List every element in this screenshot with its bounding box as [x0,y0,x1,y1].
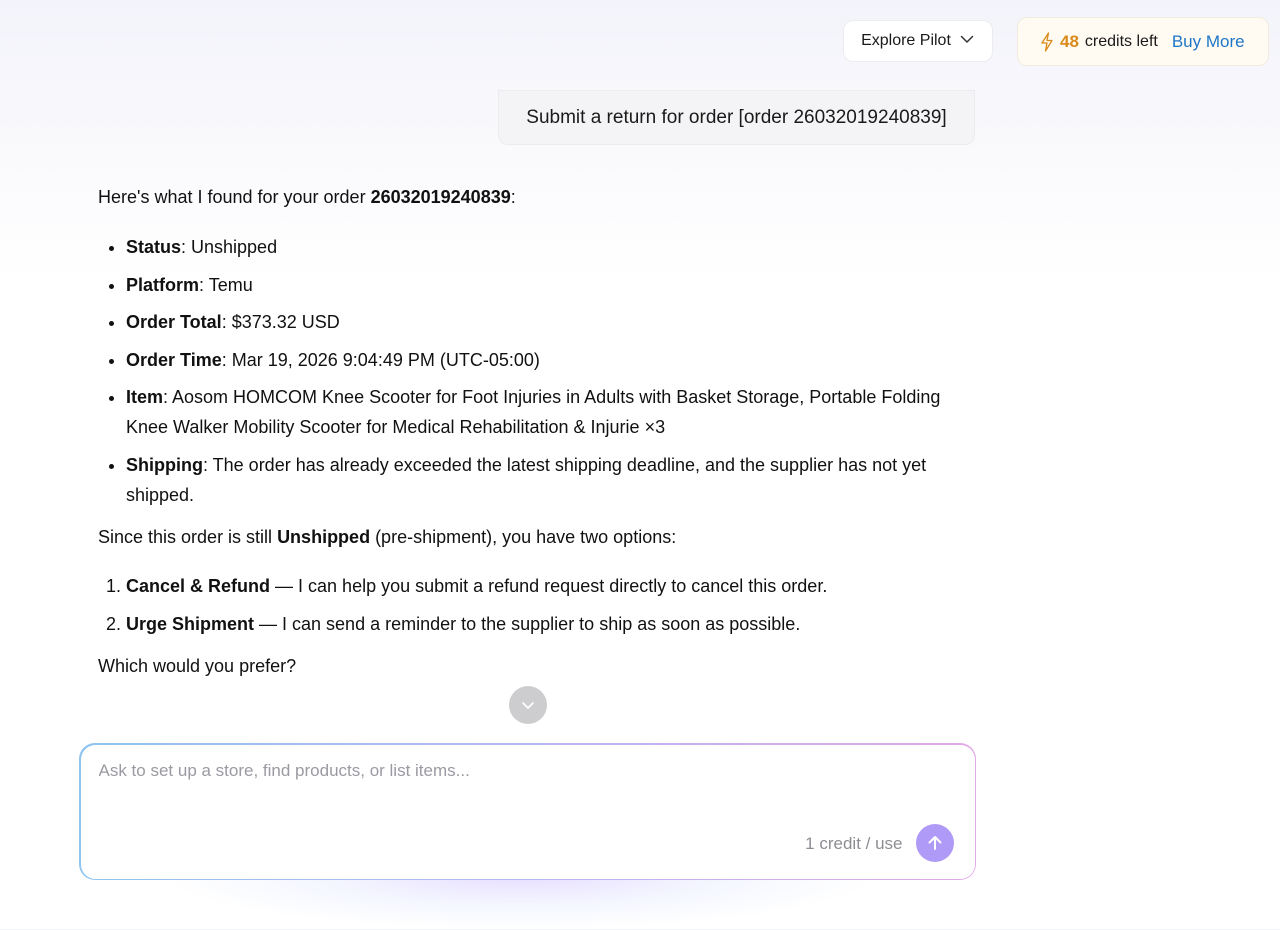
detail-label: Status [126,237,182,257]
user-message-text: Submit a return for order [order 2603201… [526,106,947,128]
detail-order-time: Order Time: Mar 19, 2026 9:04:49 PM (UTC… [126,345,958,375]
detail-platform: Platform: Temu [126,270,958,300]
options-intro-status: Unshipped [277,526,371,547]
option-label: Cancel & Refund [126,575,271,596]
intro-text: Here's what I found for your order [98,187,371,207]
composer: 1 credit / use [79,743,976,880]
detail-value: : Unshipped [181,237,278,257]
options-intro: Since this order is still Unshipped (pre… [98,522,958,552]
explore-pilot-dropdown[interactable]: Explore Pilot [843,20,993,62]
detail-shipping: Shipping: The order has already exceeded… [126,450,958,510]
credits-count: 48 [1060,31,1079,51]
detail-label: Platform [126,274,200,295]
detail-label: Order Time [126,349,222,370]
credits-panel: 48 credits left Buy More [1017,17,1269,66]
detail-label: Shipping [126,454,203,475]
detail-status: Status: Unshipped [126,232,958,262]
lightning-bolt-icon [1040,31,1054,52]
explore-pilot-label: Explore Pilot [861,32,951,49]
credits-label: credits left [1084,32,1158,50]
order-id: 26032019240839 [370,187,511,207]
detail-label: Item [126,387,164,408]
assistant-intro: Here's what I found for your order 26032… [98,182,958,212]
option-label: Urge Shipment [126,613,255,634]
detail-item: Item: Aosom HOMCOM Knee Scooter for Foot… [126,382,958,442]
composer-inner: 1 credit / use [80,744,975,879]
detail-order-total: Order Total: $373.32 USD [126,307,958,337]
credit-cost-label: 1 credit / use [805,833,903,853]
options-intro-text: Since this order is still [98,526,278,547]
intro-suffix: : [510,187,516,207]
option-description: — I can help you submit a refund request… [270,575,828,596]
scroll-to-bottom-button[interactable] [509,686,547,724]
detail-value: : Mar 19, 2026 9:04:49 PM (UTC-05:00) [221,349,540,370]
arrow-up-icon [926,834,944,852]
detail-value: : Temu [199,274,253,295]
user-message-bubble: Submit a return for order [order 2603201… [498,90,975,145]
buy-more-link[interactable]: Buy More [1172,32,1245,52]
assistant-question: Which would you prefer? [98,655,297,676]
options-list: Cancel & Refund — I can help you submit … [98,571,958,639]
detail-value: : $373.32 USD [221,312,340,333]
option-description: — I can send a reminder to the supplier … [254,613,801,634]
chat-input[interactable] [98,760,939,801]
chevron-down-icon [959,31,975,52]
options-intro-suffix: (pre-shipment), you have two options: [370,526,677,547]
detail-value: : The order has already exceeded the lat… [126,454,927,505]
detail-label: Order Total [126,312,222,333]
option-cancel-refund: Cancel & Refund — I can help you submit … [126,571,958,601]
send-button[interactable] [915,823,954,862]
chevron-down-icon [520,697,536,713]
order-details-list: Status: Unshipped Platform: Temu Order T… [98,232,958,510]
option-urge-shipment: Urge Shipment — I can send a reminder to… [126,609,958,639]
assistant-message: Here's what I found for your order 26032… [98,182,958,681]
detail-value: : Aosom HOMCOM Knee Scooter for Foot Inj… [126,387,941,438]
